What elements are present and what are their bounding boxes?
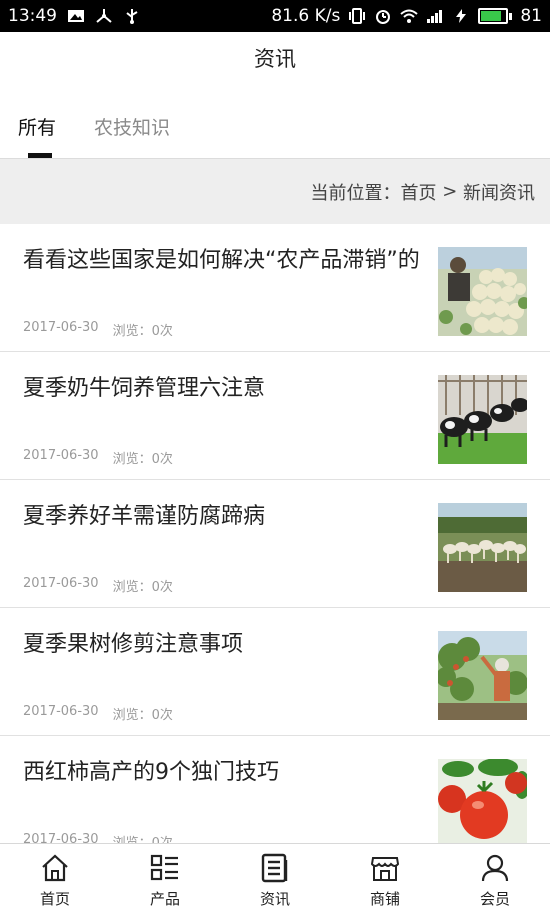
battery-percent: 81 xyxy=(520,6,542,26)
news-views: 浏览：0次 xyxy=(112,580,173,595)
nav-label: 商铺 xyxy=(369,890,400,908)
charging-icon xyxy=(456,9,467,23)
breadcrumb-prefix: 当前位置： xyxy=(310,182,401,204)
news-views: 浏览：0次 xyxy=(113,832,173,843)
page-header: 资讯 xyxy=(0,32,550,84)
signal-4g-icon xyxy=(427,10,443,23)
nav-label: 资讯 xyxy=(259,890,290,908)
usb-icon xyxy=(126,9,138,24)
news-date: 2017-06-30 xyxy=(23,448,99,463)
news-thumbnail xyxy=(438,247,527,336)
breadcrumb-home-link[interactable]: 首页 xyxy=(400,179,436,205)
news-meta: 2017-06-30 浏览：0次 xyxy=(23,320,173,339)
news-thumbnail xyxy=(438,375,527,464)
news-title: 夏季奶牛饲养管理六注意 xyxy=(23,376,266,401)
news-item[interactable]: 夏季奶牛饲养管理六注意 2017-06-30 浏览：0次 xyxy=(0,352,550,480)
clock: 13:49 xyxy=(8,6,57,26)
news-date: 2017-06-30 xyxy=(23,320,99,335)
vibrate-icon xyxy=(349,8,366,24)
news-item[interactable]: 西红柿高产的9个独门技巧 2017-06-30 浏览：0次 xyxy=(0,736,550,843)
news-date: 2017-06-30 xyxy=(23,704,99,719)
nav-label: 首页 xyxy=(39,890,70,908)
news-views: 浏览：0次 xyxy=(112,324,173,339)
news-meta: 2017-06-30 浏览：0次 xyxy=(23,704,173,723)
news-title: 夏季果树修剪注意事项 xyxy=(23,632,244,657)
news-title: 夏季养好羊需谨防腐蹄病 xyxy=(23,504,266,529)
news-views: 浏览：0次 xyxy=(112,708,173,723)
news-meta: 2017-06-30 浏览：0次 xyxy=(23,448,173,467)
nav-item-products[interactable]: 产品 xyxy=(110,844,220,916)
tab-agri-knowledge[interactable]: 农技知识 xyxy=(94,98,170,158)
news-item[interactable]: 夏季果树修剪注意事项 2017-06-30 浏览：0次 xyxy=(0,608,550,736)
news-icon xyxy=(261,853,288,883)
news-thumbnail xyxy=(438,503,527,592)
news-date: 2017-06-30 xyxy=(23,576,99,591)
status-bar: 13:49 81.6 K/s 81 xyxy=(0,0,550,32)
nav-item-member[interactable]: 会员 xyxy=(440,844,550,916)
news-thumbnail xyxy=(438,631,527,720)
bottom-nav: 首页 产品 资讯 商铺 会员 xyxy=(0,843,550,916)
nav-item-news[interactable]: 资讯 xyxy=(220,844,330,916)
nav-item-shop[interactable]: 商铺 xyxy=(330,844,440,916)
home-icon xyxy=(42,854,68,882)
alarm-icon xyxy=(376,10,391,24)
category-tabs: 所有 农技知识 xyxy=(0,98,550,158)
tab-label: 农技知识 xyxy=(94,117,171,139)
user-icon xyxy=(481,854,509,882)
news-thumbnail xyxy=(438,759,527,843)
news-date: 2017-06-30 xyxy=(23,832,99,843)
news-meta: 2017-06-30 浏览：0次 xyxy=(23,832,173,843)
network-speed: 81.6 K/s xyxy=(271,6,341,26)
image-icon xyxy=(68,10,84,22)
news-list: 看看这些国家是如何解决“农产品滞销”的 2017-06-30 浏览：0次 夏季奶… xyxy=(0,224,550,843)
news-title: 看看这些国家是如何解决“农产品滞销”的 xyxy=(23,248,420,273)
news-title: 西红柿高产的9个独门技巧 xyxy=(23,760,279,785)
breadcrumb-current: 新闻资讯 xyxy=(463,182,535,204)
battery-icon xyxy=(478,8,513,24)
page-title: 资讯 xyxy=(254,47,296,71)
tab-label: 所有 xyxy=(18,117,57,139)
nav-item-home[interactable]: 首页 xyxy=(0,844,110,916)
news-item[interactable]: 看看这些国家是如何解决“农产品滞销”的 2017-06-30 浏览：0次 xyxy=(0,224,550,352)
wifi-icon xyxy=(400,9,419,23)
shop-icon xyxy=(370,857,400,881)
tab-all[interactable]: 所有 xyxy=(18,98,56,158)
news-views: 浏览：0次 xyxy=(112,452,173,467)
breadcrumb-separator: > xyxy=(436,181,463,202)
breadcrumb: 当前位置： 首页 > 新闻资讯 xyxy=(0,158,550,224)
nav-label: 会员 xyxy=(479,890,510,908)
nav-label: 产品 xyxy=(149,890,180,908)
usb-share-icon xyxy=(96,9,112,23)
grid-list-icon xyxy=(150,854,178,881)
news-item[interactable]: 夏季养好羊需谨防腐蹄病 2017-06-30 浏览：0次 xyxy=(0,480,550,608)
news-meta: 2017-06-30 浏览：0次 xyxy=(23,576,173,595)
